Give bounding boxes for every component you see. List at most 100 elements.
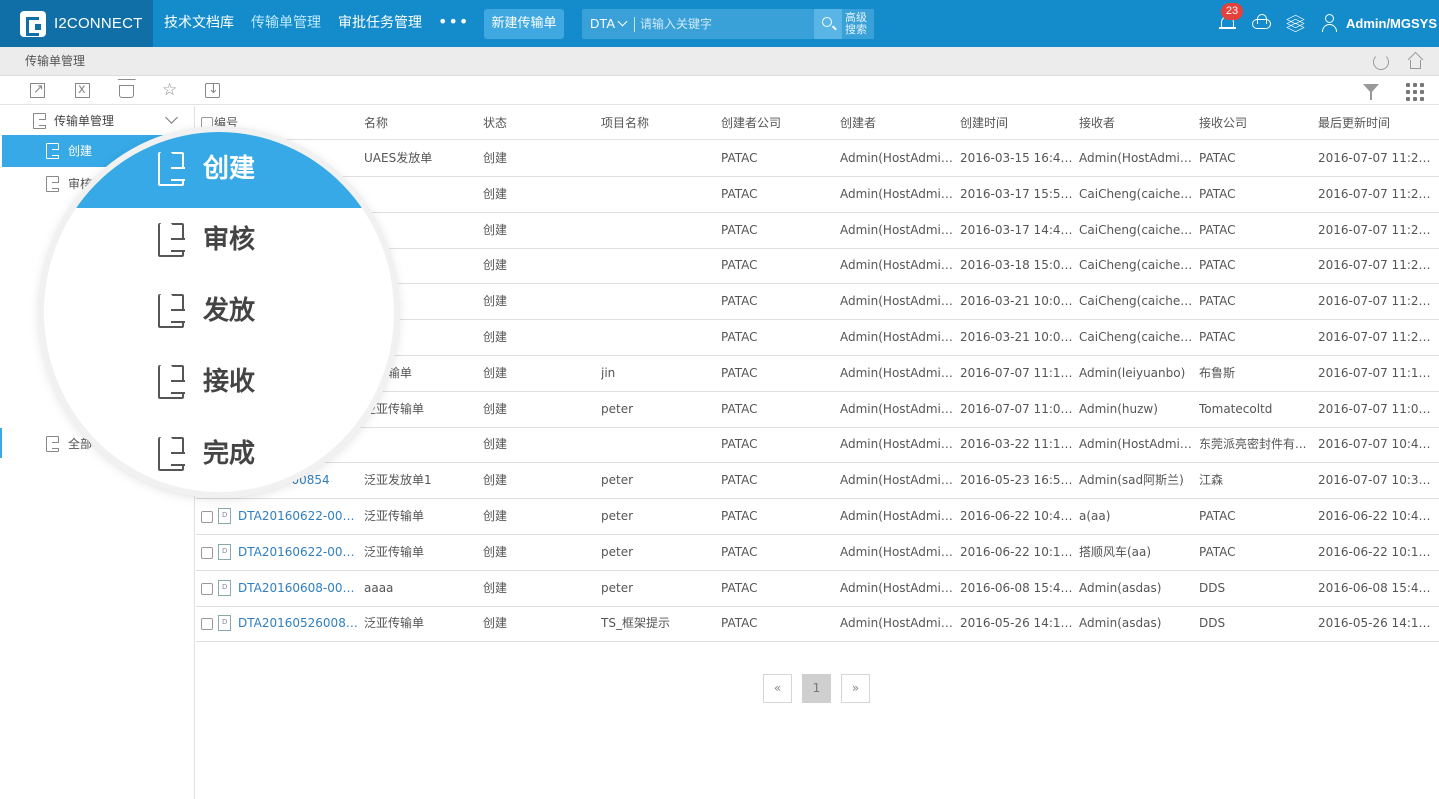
- excel-icon[interactable]: x: [75, 82, 92, 99]
- cell-id[interactable]: DTA2016052600864: [238, 606, 360, 641]
- column-header-status[interactable]: 状态: [483, 106, 507, 140]
- cell-creator-company: PATAC: [721, 544, 758, 559]
- table-row[interactable]: 016052300854泛亚发放单1创建peterPATACAdmin(Host…: [196, 463, 1439, 500]
- column-header-created-time[interactable]: 创建时间: [960, 106, 1008, 140]
- cell-project: peter: [601, 544, 634, 559]
- cell-creator-company: PATAC: [721, 509, 758, 523]
- row-checkbox[interactable]: [201, 618, 213, 631]
- column-header-creator[interactable]: 创建者: [840, 106, 876, 140]
- table-row[interactable]: DTA20160608-00895 aaaa 创建 peter PATAC Admin(H…: [196, 571, 1439, 607]
- nav-transfer-management[interactable]: 传输单管理: [251, 0, 321, 47]
- cell-updated-time: 2016-07-07 11:22:12: [1318, 186, 1436, 201]
- search-button[interactable]: [814, 9, 842, 39]
- cell-creator-company: PATAC: [721, 151, 758, 165]
- cell-status: 创建: [483, 473, 508, 488]
- new-transfer-button[interactable]: 新建传输单: [484, 9, 564, 39]
- document-icon: [46, 436, 59, 452]
- table-row[interactable]: DTA20160622-00921 泛亚传输单 创建 peter PATAC Admin(…: [196, 535, 1439, 571]
- cell-updated-time: 2016-07-07 11:22:11: [1318, 330, 1436, 344]
- cloud-icon[interactable]: [1252, 13, 1272, 33]
- pagination-page-1[interactable]: 1: [802, 674, 831, 703]
- trash-icon[interactable]: ‾‾‾: [118, 78, 136, 99]
- top-navigation-bar: I2CONNECT 技术文档库 传输单管理 审批任务管理 ••• 新建传输单 D…: [0, 0, 1439, 47]
- row-document-icon: [218, 543, 231, 560]
- cell-creator: Admin(HostAdmini...: [840, 544, 956, 559]
- column-header-receiver-company[interactable]: 接收公司: [1199, 106, 1247, 140]
- search-type-select[interactable]: DTA: [590, 9, 628, 39]
- cell-created-time: 2016-03-17 15:51:03: [960, 186, 1078, 201]
- cell-id[interactable]: DTA20160622-00921: [238, 535, 360, 570]
- zoom-item-label: 接收: [203, 367, 256, 397]
- cell-id[interactable]: DTA20160622-00923: [238, 499, 360, 534]
- cell-creator-company: PATAC: [721, 330, 758, 344]
- table-row[interactable]: 创建PATACAdmin(HostAdmini...2016-03-22 11:…: [196, 427, 1439, 464]
- column-header-creator-company[interactable]: 创建者公司: [721, 106, 781, 140]
- home-icon[interactable]: [1407, 51, 1424, 70]
- refresh-icon[interactable]: [1373, 54, 1389, 70]
- cell-created-time: 2016-05-23 16:54:43: [960, 473, 1078, 488]
- row-checkbox[interactable]: [201, 546, 213, 559]
- pagination-prev[interactable]: «: [763, 674, 792, 703]
- select-all-checkbox[interactable]: [201, 117, 213, 129]
- pagination-next[interactable]: »: [841, 674, 870, 703]
- document-icon: [158, 294, 185, 328]
- cell-status: 创建: [483, 222, 508, 237]
- layers-icon[interactable]: [1286, 13, 1306, 33]
- notification-badge: 23: [1221, 3, 1243, 20]
- advanced-search-button[interactable]: 高级搜索: [842, 9, 874, 39]
- table-row[interactable]: DTA2016052600864 泛亚传输单 创建 TS_框架提示 PATAC Admin…: [196, 606, 1439, 643]
- cell-project: peter: [601, 580, 634, 595]
- cell-status: 创建: [483, 258, 508, 273]
- cell-name: 泛亚传输单: [364, 401, 425, 416]
- user-icon[interactable]: [1320, 13, 1340, 33]
- row-checkbox[interactable]: [201, 582, 213, 595]
- cell-receiver-company: DDS: [1199, 580, 1226, 595]
- cell-status: 创建: [483, 616, 508, 631]
- cell-status: 创建: [483, 509, 508, 523]
- document-icon: [158, 223, 185, 257]
- cell-receiver: Admin(leiyuanbo): [1079, 365, 1186, 380]
- download-icon[interactable]: ↓: [205, 82, 222, 99]
- table-row[interactable]: DTA20160622-00923 泛亚传输单 创建 peter PATAC Admin(…: [196, 499, 1439, 535]
- cell-updated-time: 2016-07-07 11:22:11: [1318, 258, 1436, 273]
- edit-icon[interactable]: ↗: [30, 82, 47, 99]
- cell-created-time: 2016-03-21 10:04:55: [960, 330, 1078, 344]
- breadcrumb-bar: 传输单管理: [0, 47, 1439, 76]
- cell-updated-time: 2016-07-07 11:22:12: [1318, 151, 1436, 165]
- cell-updated-time: 2016-07-07 10:36:51: [1318, 473, 1436, 488]
- more-menu-icon[interactable]: •••: [438, 0, 469, 47]
- cell-created-time: 2016-03-18 15:02:33: [960, 258, 1078, 273]
- cell-status: 创建: [483, 401, 508, 416]
- cell-updated-time: 2016-07-07 11:22:12: [1318, 222, 1436, 237]
- cell-name: 泛亚发放单1: [364, 473, 432, 488]
- cell-receiver-company: 江森: [1199, 473, 1224, 488]
- column-header-updated-time[interactable]: 最后更新时间: [1318, 106, 1390, 140]
- search-icon: [822, 17, 832, 27]
- filter-icon[interactable]: [1363, 84, 1379, 100]
- column-header-receiver[interactable]: 接收者: [1079, 106, 1115, 140]
- table-row[interactable]: 泛亚传输单 创建 peter PATAC Admin(HostAdmini... 2016…: [196, 392, 1439, 428]
- table-row[interactable]: 创建 PATAC Admin(HostAdmini... 2016-03-17 14:…: [196, 213, 1439, 249]
- chevron-down-icon[interactable]: [165, 111, 178, 124]
- column-header-project[interactable]: 项目名称: [601, 106, 649, 140]
- search-input[interactable]: [640, 9, 810, 39]
- cell-receiver: a(aa): [1079, 509, 1111, 523]
- cell-name: 泛亚传输单: [364, 616, 425, 631]
- cell-status: 创建: [483, 186, 508, 201]
- cell-id[interactable]: DTA20160608-00895: [238, 571, 360, 606]
- zoom-item-label: 发放: [203, 296, 256, 326]
- user-name[interactable]: Admin/MGSYS: [1346, 0, 1437, 47]
- cell-status: 创建: [483, 437, 508, 452]
- nav-tech-docs[interactable]: 技术文档库: [164, 0, 234, 47]
- cell-creator: Admin(HostAdmini...: [840, 222, 956, 237]
- cell-created-time: 2016-03-22 11:19:45: [960, 437, 1078, 452]
- nav-approval-tasks[interactable]: 审批任务管理: [338, 0, 422, 47]
- row-checkbox[interactable]: [201, 511, 213, 523]
- cell-status: 创建: [483, 365, 508, 380]
- search-box: DTA: [582, 9, 814, 39]
- logo[interactable]: I2CONNECT: [0, 0, 153, 47]
- cell-receiver: CaiCheng(caicheng): [1079, 294, 1195, 309]
- star-icon[interactable]: ☆: [162, 82, 179, 99]
- row-document-icon: [218, 508, 231, 524]
- grid-menu-icon[interactable]: [1406, 83, 1424, 101]
